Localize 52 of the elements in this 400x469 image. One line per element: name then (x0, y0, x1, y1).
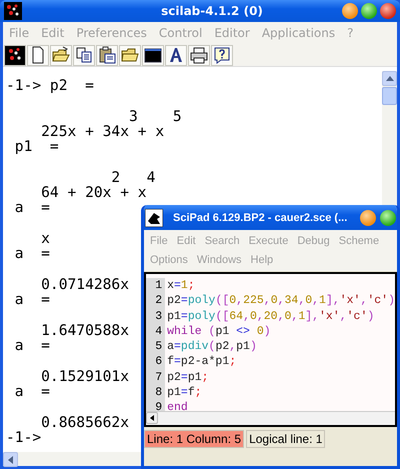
code-line: p2=p1; (167, 370, 210, 386)
line-number: 5 (154, 339, 162, 354)
line-number: 9 (154, 400, 162, 416)
code-line: x=1; (167, 278, 196, 294)
horizontal-scrollbar[interactable] (146, 411, 395, 425)
scroll-thumb[interactable] (382, 87, 397, 105)
copy-icon (75, 46, 93, 64)
toolbar-button[interactable] (27, 44, 49, 66)
toolbar-button[interactable] (73, 44, 95, 66)
minimize-button[interactable] (342, 3, 358, 19)
scroll-left-button[interactable] (146, 412, 158, 424)
code-line: p1=f; (167, 385, 203, 400)
line-number: 2 (154, 293, 162, 309)
left-arrow-icon (150, 415, 154, 421)
hat-figure-icon (145, 208, 163, 226)
code-line: end (167, 400, 189, 416)
toolbar-button[interactable] (188, 44, 210, 66)
folder-icon (121, 46, 139, 64)
line-number: 6 (154, 354, 162, 370)
line-number: 4 (154, 324, 162, 340)
toolbar-button[interactable] (142, 44, 164, 66)
window-title: scilab-4.1.2 (0) (160, 4, 264, 18)
line-number: 7 (154, 370, 162, 386)
code-line: while (p1 <> 0) (167, 324, 272, 340)
line-number: 1 (154, 278, 162, 294)
question-note-icon (213, 46, 231, 64)
up-arrow-icon (386, 76, 394, 81)
toolbar-button[interactable] (211, 44, 233, 66)
left-arrow-icon (8, 456, 13, 464)
toolbar-button[interactable] (96, 44, 118, 66)
toolbar-button[interactable] (165, 44, 187, 66)
dots-logo-icon (4, 2, 22, 20)
close-button[interactable] (380, 3, 396, 19)
code-line: p1=poly([64,0,20,0,1],'x','c') (167, 308, 376, 324)
minimize-button[interactable] (360, 210, 376, 226)
line-number: 8 (154, 385, 162, 400)
maximize-button[interactable] (380, 210, 396, 226)
cursor-position: Line: 1 Column: 5 (144, 430, 244, 448)
window-title: SciPad 6.129.BP2 - cauer2.sce (... (173, 212, 348, 224)
letter-a-icon (167, 46, 185, 64)
toolbar-button[interactable] (119, 44, 141, 66)
maximize-button[interactable] (361, 3, 377, 19)
code-line: a=pdiv(p2,p1) (167, 339, 258, 354)
printer-icon (190, 46, 208, 64)
terminal-window-icon (144, 46, 162, 64)
open-folder-icon (52, 46, 70, 64)
toolbar-button[interactable] (50, 44, 72, 66)
line-number: 3 (154, 308, 162, 324)
code-line: f=p2-a*p1; (167, 354, 238, 370)
code-line: p2=poly([0,225,0,34,0,1],'x','c') (167, 293, 395, 309)
toolbar-button[interactable] (4, 44, 26, 66)
scroll-up-button[interactable] (382, 71, 397, 86)
